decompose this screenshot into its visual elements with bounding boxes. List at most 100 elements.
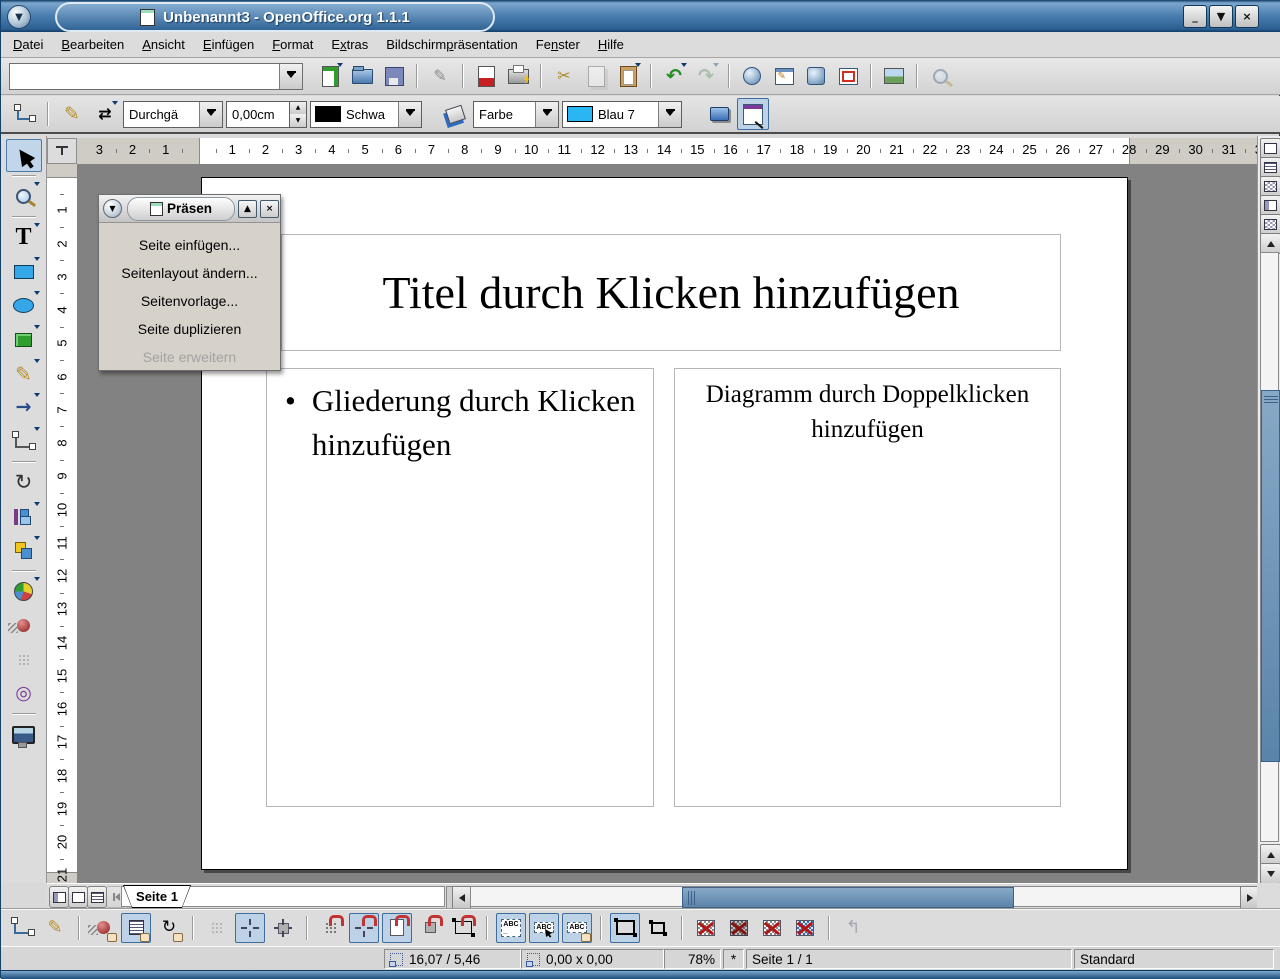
vscroll-up2-button[interactable] bbox=[1260, 844, 1280, 865]
hscroll-left-button[interactable] bbox=[452, 886, 471, 909]
slide-view-button[interactable] bbox=[1260, 176, 1280, 197]
undo-button[interactable]: ↶ bbox=[659, 61, 689, 91]
url-dropdown-button[interactable] bbox=[279, 64, 302, 89]
titlebar[interactable]: ▼ Unbenannt3 - OpenOffice.org 1.1.1 _ ▼ … bbox=[1, 0, 1280, 32]
palette-item-2[interactable]: Seitenlayout ändern... bbox=[99, 259, 280, 287]
3d-effects-tool[interactable]: ◎ bbox=[6, 677, 42, 710]
rectangle-tool[interactable] bbox=[6, 255, 42, 288]
vertical-ruler[interactable]: 123456789101112131415161718192021 bbox=[47, 164, 78, 883]
select-text-area-toggle[interactable]: ABC bbox=[529, 913, 559, 943]
notes-view-button[interactable] bbox=[1260, 195, 1280, 216]
menu-item-bildschirmpraesentation[interactable]: Bildschirmpräsentation bbox=[377, 32, 527, 57]
presentation-toolbar-toggle[interactable] bbox=[737, 98, 769, 130]
palette-rollup-button[interactable]: ▲ bbox=[238, 200, 257, 218]
ruler-origin-button[interactable] bbox=[47, 138, 77, 164]
drawing-view-button[interactable] bbox=[1260, 138, 1280, 159]
simple-handles-toggle[interactable] bbox=[610, 913, 640, 943]
minimize-button[interactable]: _ bbox=[1183, 5, 1207, 28]
palette-close-button[interactable]: × bbox=[260, 200, 279, 218]
new-document-button[interactable] bbox=[315, 61, 345, 91]
rotate-tool[interactable]: ↻ bbox=[6, 466, 42, 499]
text-tool[interactable]: T bbox=[6, 221, 42, 254]
outline-placeholder[interactable]: • Gliederung durch Klicken hinzufügen bbox=[266, 368, 654, 807]
edit-points-button[interactable] bbox=[9, 99, 39, 129]
horizontal-ruler[interactable]: 3211234567891011121314151617181920212223… bbox=[77, 138, 1257, 165]
fill-type-dropdown[interactable] bbox=[535, 102, 558, 127]
layer-mode-button[interactable] bbox=[87, 886, 107, 908]
arrow-style-button[interactable]: ⇄ bbox=[90, 99, 120, 129]
rotation-mode-toggle[interactable]: ↻ bbox=[154, 913, 184, 943]
show-grid-toggle[interactable] bbox=[202, 913, 232, 943]
page-tab-seite-1[interactable]: Seite 1 bbox=[123, 885, 191, 908]
menu-item-format[interactable]: Format bbox=[263, 32, 322, 57]
3d-objects-tool[interactable] bbox=[6, 323, 42, 356]
paste-button[interactable] bbox=[613, 61, 643, 91]
snap-to-page-margins-toggle[interactable] bbox=[382, 913, 412, 943]
stylist-button[interactable]: ✎ bbox=[769, 61, 799, 91]
select-tool[interactable] bbox=[6, 139, 42, 172]
master-mode-button[interactable] bbox=[68, 886, 88, 908]
save-button[interactable] bbox=[379, 61, 409, 91]
large-handles-toggle[interactable] bbox=[643, 913, 673, 943]
line-width-up-button[interactable]: ▲ bbox=[290, 102, 306, 115]
animation-tool[interactable] bbox=[6, 609, 42, 642]
move-with-attributes-toggle[interactable] bbox=[121, 913, 151, 943]
system-menu-button[interactable]: ▼ bbox=[7, 5, 31, 29]
line-style-dropdown[interactable] bbox=[199, 102, 222, 127]
area-dialog-button[interactable] bbox=[440, 99, 470, 129]
vertical-scrollbar[interactable] bbox=[1260, 252, 1279, 842]
snap-to-snap-lines-toggle[interactable] bbox=[349, 913, 379, 943]
contour-mode-toggle[interactable] bbox=[724, 913, 754, 943]
page-mode-button[interactable] bbox=[49, 886, 69, 908]
line-color-dropdown[interactable] bbox=[398, 102, 421, 127]
alignment-tool[interactable] bbox=[6, 500, 42, 533]
diagram-placeholder[interactable]: Diagramm durch Doppelklicken hinzufügen bbox=[674, 368, 1061, 807]
gallery-button[interactable] bbox=[801, 61, 831, 91]
helplines-while-moving-toggle[interactable] bbox=[268, 913, 298, 943]
zoom-cell[interactable]: 78% bbox=[664, 949, 721, 969]
zoom-tool[interactable] bbox=[6, 180, 42, 213]
shadow-button[interactable] bbox=[704, 99, 734, 129]
fill-color-dropdown[interactable] bbox=[658, 102, 681, 127]
ellipse-tool[interactable] bbox=[6, 289, 42, 322]
glue-points-toggle[interactable]: ✎ bbox=[40, 913, 70, 943]
export-pdf-button[interactable] bbox=[471, 61, 501, 91]
animation-preview-toggle[interactable] bbox=[88, 913, 118, 943]
print-button[interactable] bbox=[503, 61, 533, 91]
arrange-tool[interactable] bbox=[6, 534, 42, 567]
double-click-text-edit-toggle[interactable]: ABC bbox=[562, 913, 592, 943]
snap-to-object-points-toggle[interactable] bbox=[448, 913, 478, 943]
maximize-button[interactable]: ▼ bbox=[1209, 5, 1233, 28]
cut-button[interactable]: ✂ bbox=[549, 61, 579, 91]
palette-item-3[interactable]: Seitenvorlage... bbox=[99, 287, 280, 315]
menu-item-einfuegen[interactable]: Einfügen bbox=[194, 32, 263, 57]
title-placeholder[interactable]: Titel durch Klicken hinzufügen bbox=[281, 234, 1061, 351]
menu-item-extras[interactable]: Extras bbox=[322, 32, 377, 57]
hscroll-thumb[interactable] bbox=[682, 887, 1014, 908]
vscroll-down-button[interactable] bbox=[1260, 863, 1280, 884]
connector-tool[interactable] bbox=[6, 425, 42, 458]
text-placeholder-toggle[interactable] bbox=[757, 913, 787, 943]
edit-points-toggle[interactable] bbox=[7, 913, 37, 943]
quick-edit-toggle[interactable]: ABC_ bbox=[496, 913, 526, 943]
presentation-tool[interactable] bbox=[6, 718, 42, 751]
menu-item-fenster[interactable]: Fenster bbox=[527, 32, 589, 57]
open-button[interactable] bbox=[347, 61, 377, 91]
show-snap-lines-toggle[interactable] bbox=[235, 913, 265, 943]
menu-item-datei[interactable]: Datei bbox=[4, 32, 52, 57]
insert-graphics-button[interactable] bbox=[879, 61, 909, 91]
vscroll-thumb[interactable] bbox=[1261, 390, 1280, 762]
menu-item-hilfe[interactable]: Hilfe bbox=[589, 32, 633, 57]
effects-tool[interactable] bbox=[6, 575, 42, 608]
line-dialog-button[interactable]: ✎ bbox=[57, 99, 87, 129]
snap-to-object-border-toggle[interactable] bbox=[415, 913, 445, 943]
url-input[interactable] bbox=[10, 64, 279, 89]
navigator-button[interactable] bbox=[737, 61, 767, 91]
page-style-cell[interactable]: Standard bbox=[1074, 949, 1274, 969]
line-width-down-button[interactable]: ▼ bbox=[290, 114, 306, 127]
line-contour-toggle[interactable] bbox=[790, 913, 820, 943]
palette-item-1[interactable]: Seite einfügen... bbox=[99, 231, 280, 259]
outline-view-button[interactable] bbox=[1260, 157, 1280, 178]
snap-to-grid-toggle[interactable] bbox=[316, 913, 346, 943]
zoom-button[interactable] bbox=[833, 61, 863, 91]
